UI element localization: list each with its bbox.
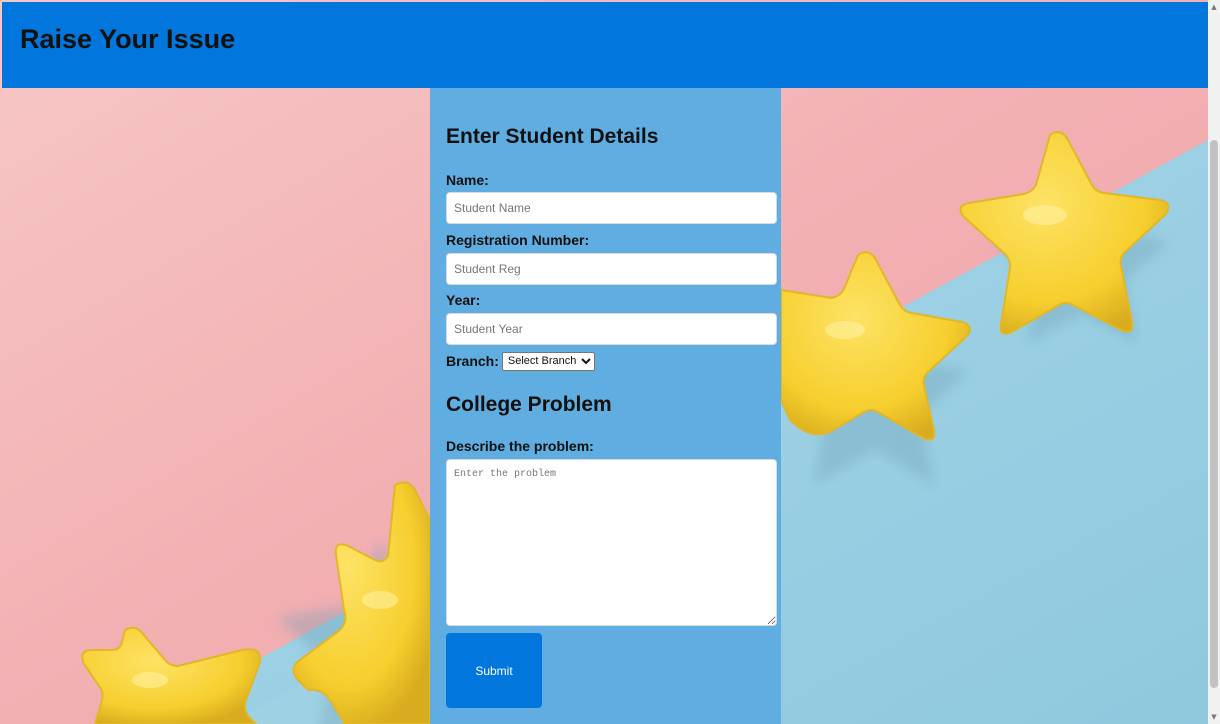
scrollbar-thumb[interactable]	[1210, 140, 1218, 688]
page: Raise Your Issue Enter Student Details N…	[0, 0, 1220, 724]
student-year-input[interactable]	[446, 313, 777, 345]
issue-form-panel: Enter Student Details Name: Registration…	[430, 88, 781, 724]
problem-label: Describe the problem:	[446, 438, 594, 454]
student-reg-input[interactable]	[446, 253, 777, 285]
page-title: Raise Your Issue	[20, 24, 236, 54]
student-name-input[interactable]	[446, 192, 777, 224]
year-label: Year:	[446, 292, 481, 308]
college-problem-heading: College Problem	[446, 393, 612, 416]
header-bar: Raise Your Issue	[2, 2, 1208, 88]
registration-label: Registration Number:	[446, 232, 590, 248]
problem-textarea[interactable]	[446, 459, 777, 626]
scroll-up-arrow-icon[interactable]: ▲	[1208, 0, 1220, 14]
branch-select[interactable]: Select Branch	[501, 351, 595, 371]
vertical-scrollbar[interactable]: ▲ ▼	[1208, 0, 1220, 724]
name-label: Name:	[446, 172, 489, 188]
scroll-down-arrow-icon[interactable]: ▼	[1208, 710, 1220, 724]
branch-label: Branch:	[446, 353, 499, 369]
submit-button[interactable]: Submit	[446, 633, 542, 708]
student-details-heading: Enter Student Details	[446, 125, 659, 148]
branch-row: Branch: Select Branch	[446, 351, 595, 371]
